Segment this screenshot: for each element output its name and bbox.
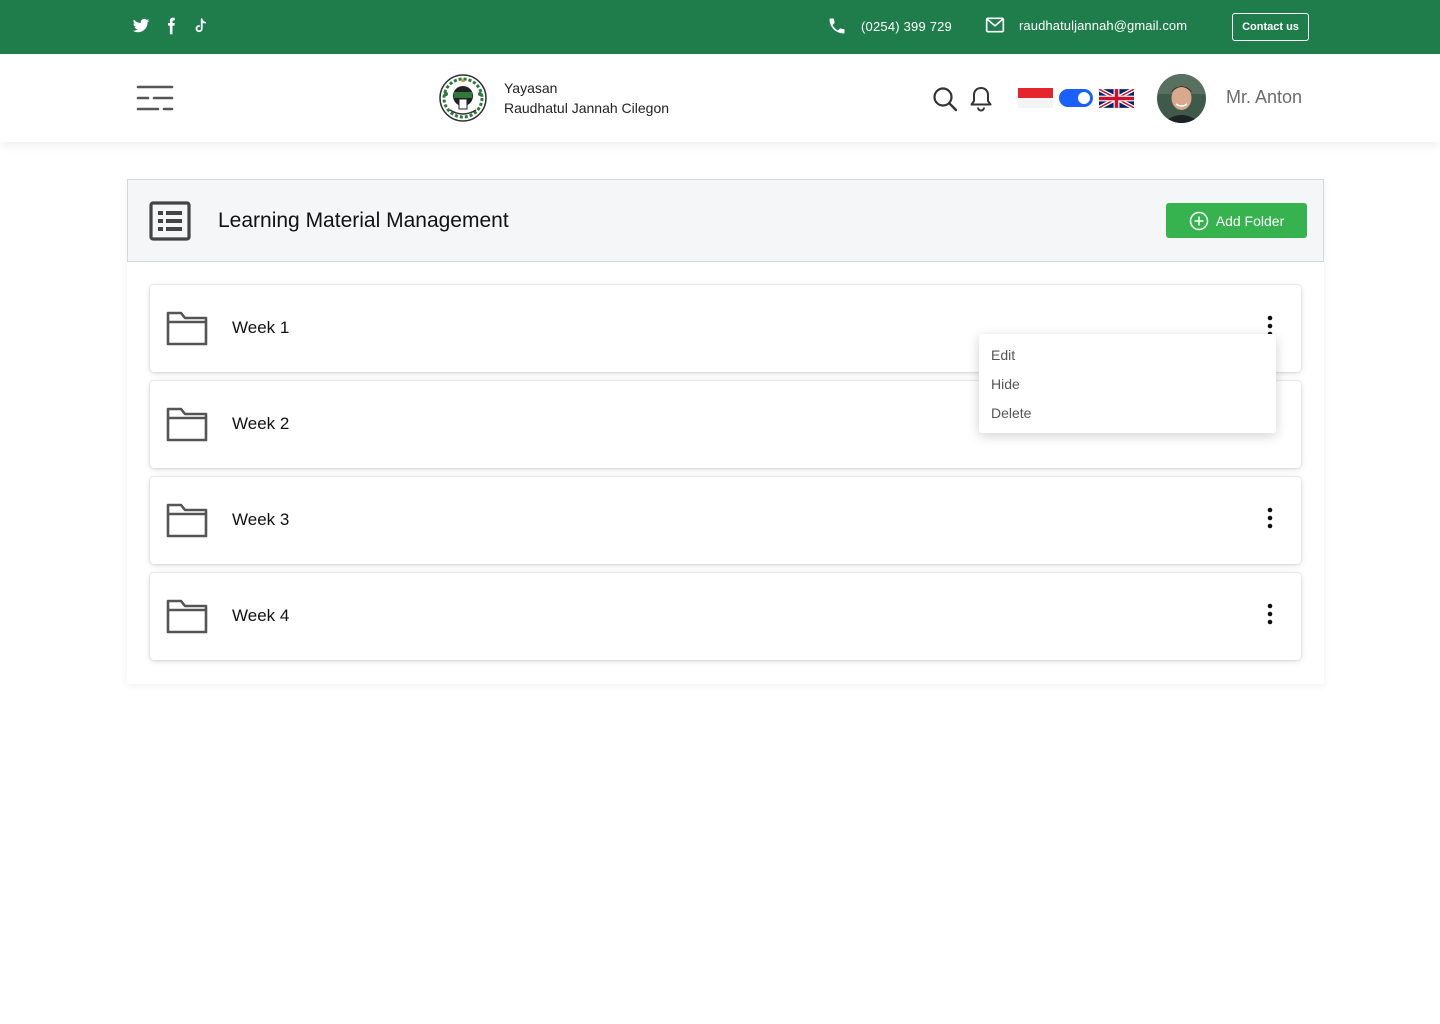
avatar[interactable] <box>1157 74 1206 123</box>
phone-icon <box>829 18 845 34</box>
add-folder-label: Add Folder <box>1215 212 1285 229</box>
facebook-icon[interactable] <box>162 17 180 35</box>
folder-name: Week 3 <box>232 510 290 529</box>
folder-name: Week 4 <box>232 606 290 625</box>
list-icon <box>149 201 191 241</box>
panel-header: Learning Material Management Add Folder <box>127 179 1324 262</box>
uk-flag-icon[interactable] <box>1099 89 1134 108</box>
folder-name: Week 2 <box>232 414 290 433</box>
add-folder-button[interactable]: Add Folder <box>1166 203 1307 238</box>
folder-row[interactable]: Week 3 <box>150 477 1301 564</box>
plus-circle-icon <box>1189 211 1208 230</box>
folder-name: Week 1 <box>232 318 290 337</box>
menu-item-edit[interactable]: Edit <box>979 345 1276 374</box>
tiktok-icon[interactable] <box>192 17 210 35</box>
folder-icon <box>166 503 208 538</box>
mail-icon <box>985 17 1005 33</box>
folder-icon <box>166 599 208 634</box>
main-header: Yayasan Raudhatul Jannah Cilegon Mr. Ant… <box>0 54 1440 142</box>
search-icon[interactable] <box>932 86 958 112</box>
brand-name: Yayasan Raudhatul Jannah Cilegon <box>504 78 669 118</box>
contact-us-button[interactable]: Contact us <box>1232 13 1309 41</box>
phone-contact[interactable]: (0254) 399 729 <box>827 16 952 36</box>
menu-item-hide[interactable]: Hide <box>979 374 1276 403</box>
brand-line-2: Raudhatul Jannah Cilegon <box>504 100 670 116</box>
email-address: raudhatuljannah@gmail.com <box>1019 17 1188 33</box>
phone-number: (0254) 399 729 <box>861 18 952 34</box>
top-bar: (0254) 399 729 raudhatuljannah@gmail.com… <box>0 0 1440 54</box>
user-name[interactable]: Mr. Anton <box>1226 87 1302 108</box>
folder-icon <box>166 407 208 442</box>
folder-icon <box>166 311 208 346</box>
menu-item-delete[interactable]: Delete <box>979 403 1276 432</box>
twitter-icon[interactable] <box>132 17 150 35</box>
brand-line-1: Yayasan <box>504 80 558 96</box>
foundation-logo <box>439 74 487 122</box>
social-links <box>132 17 210 35</box>
more-options-icon[interactable] <box>1262 602 1278 626</box>
more-options-icon[interactable] <box>1262 506 1278 530</box>
language-toggle[interactable] <box>1059 89 1093 107</box>
page-title: Learning Material Management <box>218 209 509 232</box>
folder-options-menu: Edit Hide Delete <box>979 334 1276 433</box>
brand-logo-link[interactable]: Yayasan Raudhatul Jannah Cilegon <box>438 72 669 124</box>
folder-row[interactable]: Week 4 <box>150 573 1301 660</box>
email-contact[interactable]: raudhatuljannah@gmail.com <box>985 16 1187 34</box>
bell-icon[interactable] <box>969 85 993 112</box>
toggle-knob <box>1078 92 1090 104</box>
menu-icon[interactable] <box>136 84 174 112</box>
indonesia-flag-icon[interactable] <box>1018 88 1053 108</box>
